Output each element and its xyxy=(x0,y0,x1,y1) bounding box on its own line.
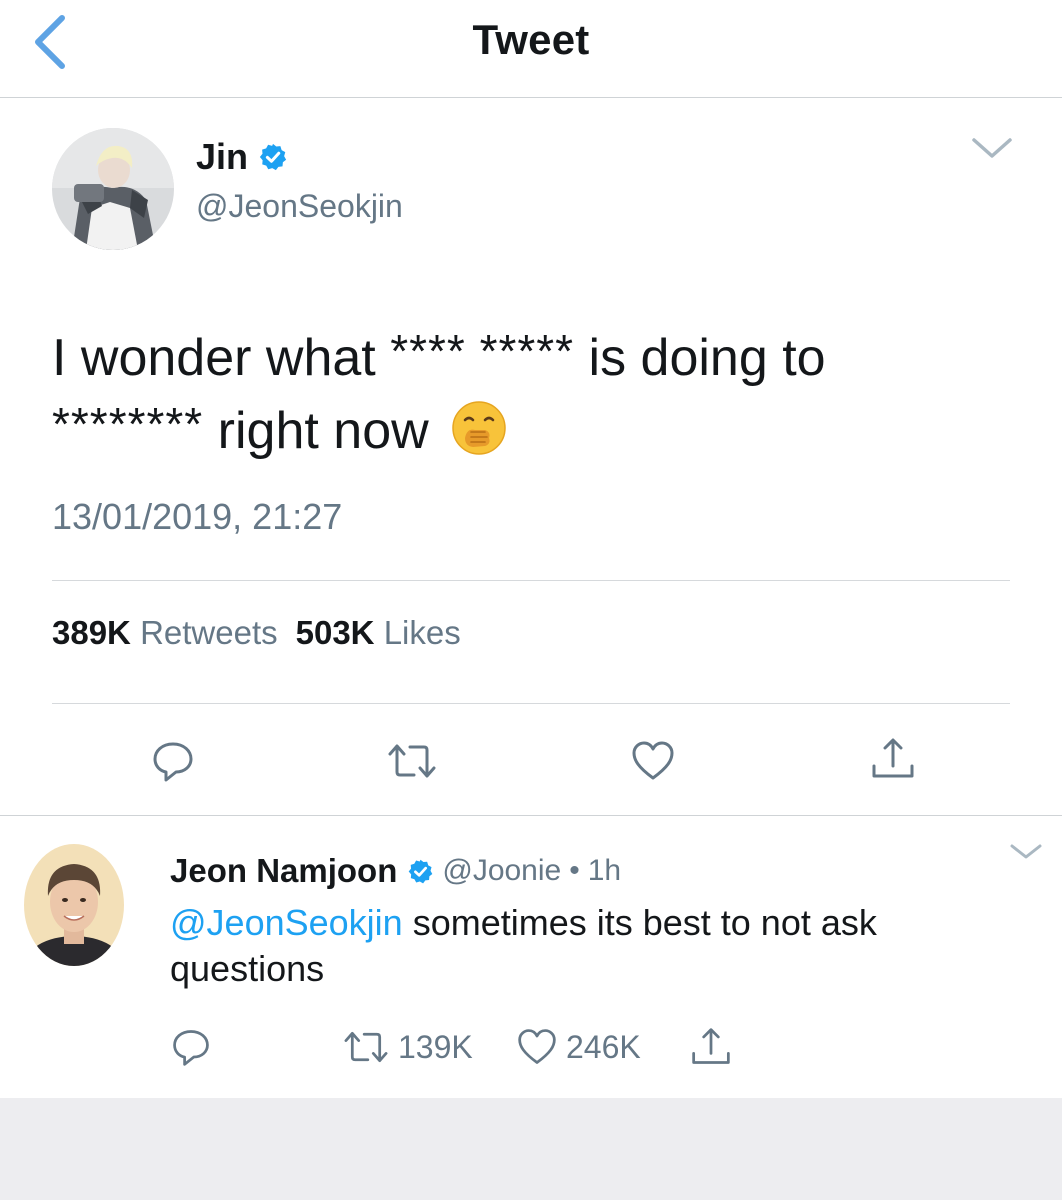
tweet-text-part: I wonder what xyxy=(52,329,391,387)
retweet-button[interactable] xyxy=(386,738,438,784)
retweet-icon xyxy=(388,744,436,778)
tweet-stats: 389K Retweets 503K Likes xyxy=(52,614,479,652)
reply-like-button[interactable]: 246K xyxy=(516,1022,641,1072)
avatar-image xyxy=(52,128,174,250)
face-with-hand-over-mouth-icon xyxy=(452,401,506,455)
reply-retweet-button[interactable]: 139K xyxy=(342,1022,473,1072)
empty-area xyxy=(0,1098,1062,1200)
likes-label: Likes xyxy=(383,614,461,651)
mention-link[interactable]: @JeonSeokjin xyxy=(170,902,403,943)
author-row: Jin xyxy=(196,136,288,178)
share-button[interactable] xyxy=(870,736,916,782)
reply-author-row: Jeon Namjoon @Joonie • 1h xyxy=(170,852,621,890)
reply-author-name[interactable]: Jeon Namjoon xyxy=(170,852,397,890)
likes-stat[interactable]: 503K Likes xyxy=(296,614,479,651)
retweets-count: 389K xyxy=(52,614,131,651)
main-tweet: Jin @JeonSeokjin I wonder what **** ****… xyxy=(0,98,1062,816)
chevron-down-icon xyxy=(972,138,1012,158)
divider xyxy=(52,580,1010,581)
tweet-text-part: is doing to xyxy=(574,329,826,387)
heart-icon xyxy=(518,1029,556,1064)
reply-button[interactable] xyxy=(150,738,196,784)
reply-timestamp[interactable]: 1h xyxy=(588,854,621,888)
retweets-label: Retweets xyxy=(140,614,278,651)
page-title: Tweet xyxy=(472,16,590,63)
verified-badge-icon xyxy=(409,859,433,883)
reply-menu-button[interactable] xyxy=(1008,842,1044,862)
reply-tweet[interactable]: Jeon Namjoon @Joonie • 1h @JeonSeokjin s… xyxy=(0,816,1062,1098)
retweet-icon xyxy=(344,1031,388,1063)
reply-reply-button[interactable] xyxy=(170,1022,212,1072)
share-icon xyxy=(692,1028,730,1064)
heart-icon xyxy=(632,741,674,780)
likes-count: 503K xyxy=(295,614,375,651)
reply-text: @JeonSeokjin sometimes its best to not a… xyxy=(170,900,1000,992)
separator-dot: • xyxy=(569,854,580,887)
divider xyxy=(52,703,1010,704)
verified-badge-icon xyxy=(259,143,287,171)
reply-author-handle[interactable]: @Joonie xyxy=(442,854,561,888)
avatar-image xyxy=(24,844,124,966)
share-icon xyxy=(872,738,914,778)
avatar[interactable] xyxy=(52,128,174,250)
retweets-stat[interactable]: 389K Retweets xyxy=(52,614,296,651)
author-handle[interactable]: @JeonSeokjin xyxy=(196,188,403,225)
censored-text: **** ***** xyxy=(390,325,575,377)
tweet-menu-button[interactable] xyxy=(970,134,1014,162)
reply-icon xyxy=(153,742,193,782)
chevron-down-icon xyxy=(1010,844,1042,859)
retweet-count: 139K xyxy=(398,1028,473,1065)
reply-share-button[interactable] xyxy=(690,1022,732,1072)
tweet-text-part: right now xyxy=(203,402,429,460)
tweet-text: I wonder what **** ***** is doing to ***… xyxy=(52,318,992,464)
nav-header: Tweet xyxy=(0,0,1062,98)
reply-actions: 139K 246K xyxy=(170,1022,870,1072)
like-button[interactable] xyxy=(630,738,676,784)
author-name[interactable]: Jin xyxy=(196,136,248,178)
tweet-timestamp: 13/01/2019, 21:27 xyxy=(52,496,343,537)
avatar[interactable] xyxy=(24,844,124,966)
like-count: 246K xyxy=(566,1028,641,1065)
reply-icon xyxy=(173,1030,209,1066)
censored-text: ******** xyxy=(52,398,204,450)
